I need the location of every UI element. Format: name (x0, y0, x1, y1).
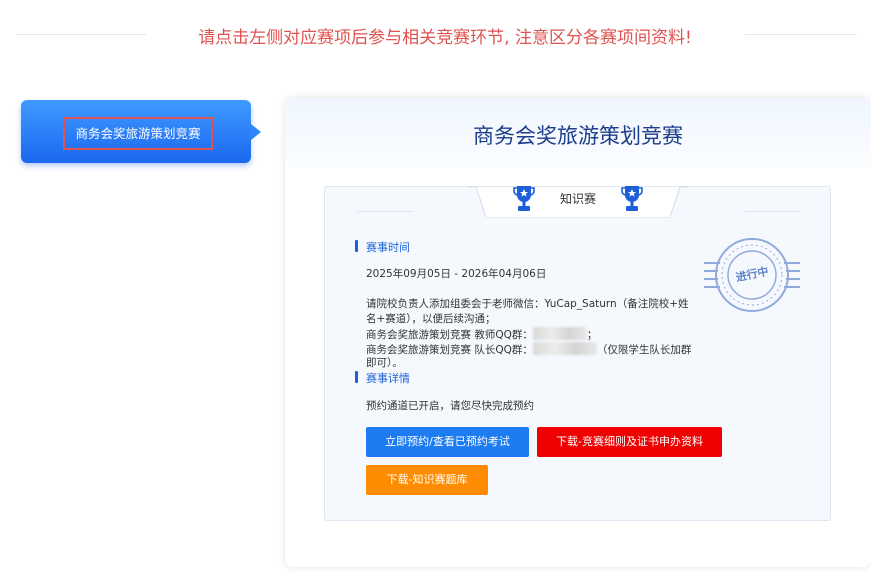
captain-qq-line2: 即可）。 (366, 357, 403, 369)
download-question-bank-button[interactable]: 下载-知识赛题库 (366, 465, 488, 495)
teacher-qq-label: 商务会奖旅游策划竞赛 教师QQ群： (366, 329, 533, 341)
card-header: 商务会奖旅游策划竞赛 (285, 98, 871, 168)
notice-text: 请点击左侧对应赛项后参与相关竞赛环节, 注意区分各赛项间资料! (198, 28, 692, 48)
teacher-qq-line: 商务会奖旅游策划竞赛 教师QQ群： ； (366, 327, 597, 343)
contest-tab: 知识赛 (468, 184, 688, 220)
captain-qq-line: 商务会奖旅游策划竞赛 队长QQ群： （仅限学生队长加群 (366, 342, 691, 358)
download-rules-button[interactable]: 下载-竞赛细则及证书申办资料 (537, 427, 722, 457)
knowledge-contest-panel: 知识赛 进行中 赛事时间 2025年09月05日 - 2026年04月06日 请… (324, 186, 831, 521)
reserve-exam-button[interactable]: 立即预约/查看已预约考试 (366, 427, 529, 457)
panel-divider-left (357, 211, 413, 212)
contact-instruction-line1: 请院校负责人添加组委会于老师微信：YuCap_Saturn（备注院校+姓 (366, 298, 689, 310)
contact-instruction-line2: 名+赛道），以便后续沟通； (366, 313, 496, 325)
card-title: 商务会奖旅游策划竞赛 (473, 124, 683, 148)
notice-divider-right (745, 34, 857, 35)
details-text: 预约通道已开启，请您尽快完成预约 (366, 400, 534, 412)
schedule-dates: 2025年09月05日 - 2026年04月06日 (366, 268, 547, 280)
schedule-section-title: 赛事时间 (355, 239, 410, 255)
tab-label: 知识赛 (559, 192, 596, 206)
trophy-icon (621, 184, 643, 214)
captain-qq-label: 商务会奖旅游策划竞赛 队长QQ群： (366, 344, 533, 356)
in-progress-stamp: 进行中 (702, 235, 802, 317)
teacher-qq-suffix: ； (586, 329, 598, 341)
notice-divider-left (16, 34, 146, 35)
details-section-title: 赛事详情 (355, 370, 410, 386)
panel-divider-right (745, 211, 801, 212)
sidebar-item-label: 商务会奖旅游策划竞赛 (63, 117, 213, 150)
teacher-qq-number-redacted (532, 327, 587, 340)
trophy-icon (513, 184, 535, 214)
sidebar-item-competition[interactable]: 商务会奖旅游策划竞赛 (21, 100, 261, 163)
captain-qq-suffix: （仅限学生队长加群 (596, 344, 692, 356)
captain-qq-number-redacted (532, 342, 597, 355)
competition-card: 商务会奖旅游策划竞赛 知识赛 进行中 赛事时间 2025年09月05日 - 20… (285, 98, 871, 567)
